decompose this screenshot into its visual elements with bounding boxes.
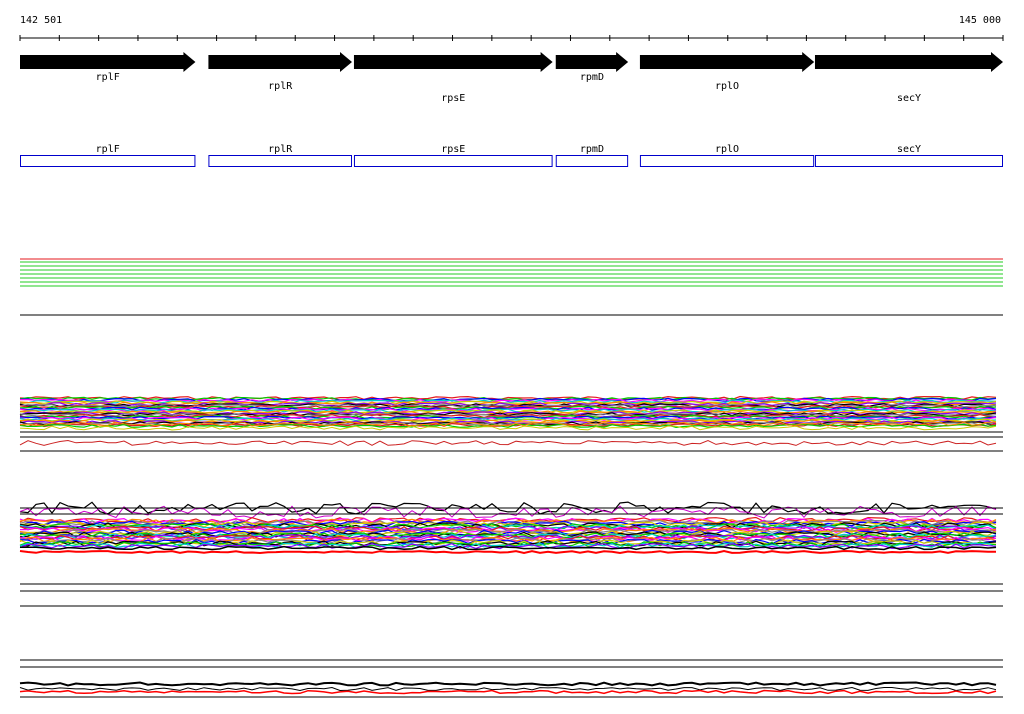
gene-box-label: rpmD xyxy=(580,144,604,155)
genome-browser-view: 142 501 145 000 rplF rplR rpsE rpmD rplO secY… xyxy=(19,15,1004,698)
gene-box-rplR[interactable] xyxy=(208,155,352,167)
gene-arrow-label: secY xyxy=(897,93,921,104)
coordinate-ruler xyxy=(19,35,1004,41)
gene-box-rpmD[interactable] xyxy=(555,155,629,167)
gene-arrow-rpsE[interactable] xyxy=(353,52,553,72)
gene-arrow-secY[interactable] xyxy=(814,52,1003,72)
gene-arrow-label: rpsE xyxy=(441,93,465,104)
gene-box-label: rplF xyxy=(96,144,120,155)
profile-curve xyxy=(19,689,997,695)
gene-box-label: rpsE xyxy=(441,144,465,155)
profile-curve xyxy=(19,686,997,692)
gene-box-rpsE[interactable] xyxy=(353,155,553,167)
gene-box-label: secY xyxy=(897,144,921,155)
gene-arrow-label: rplR xyxy=(268,81,293,92)
gene-box-rplF[interactable] xyxy=(20,155,196,167)
gene-box-label: rplR xyxy=(268,144,293,155)
profile-curve xyxy=(19,549,997,555)
gene-arrow-track: rplF rplR rpsE rpmD rplO secY xyxy=(20,52,1003,104)
profile-curve xyxy=(20,545,997,551)
axis-end-label: 145 000 xyxy=(959,15,1001,26)
gene-arrow-label: rplF xyxy=(96,72,120,83)
gene-box-track: rplF rplR rpsE rpmD rplO secY xyxy=(20,144,1004,167)
multicolor-trace xyxy=(19,439,997,447)
gene-arrow-label: rpmD xyxy=(580,72,604,83)
axis-start-label: 142 501 xyxy=(20,15,62,26)
gene-box-label: rplO xyxy=(715,144,739,155)
profile-curve xyxy=(19,681,997,687)
signal-tracks xyxy=(19,258,1003,698)
gene-arrow-label: rplO xyxy=(715,81,739,92)
gene-box-secY[interactable] xyxy=(814,155,1004,167)
gene-arrow-rplF[interactable] xyxy=(20,52,196,72)
gene-arrow-rplR[interactable] xyxy=(208,52,352,72)
gene-box-rplO[interactable] xyxy=(639,155,815,167)
gene-arrow-rplO[interactable] xyxy=(639,52,815,72)
gene-arrow-rpmD[interactable] xyxy=(555,52,629,72)
